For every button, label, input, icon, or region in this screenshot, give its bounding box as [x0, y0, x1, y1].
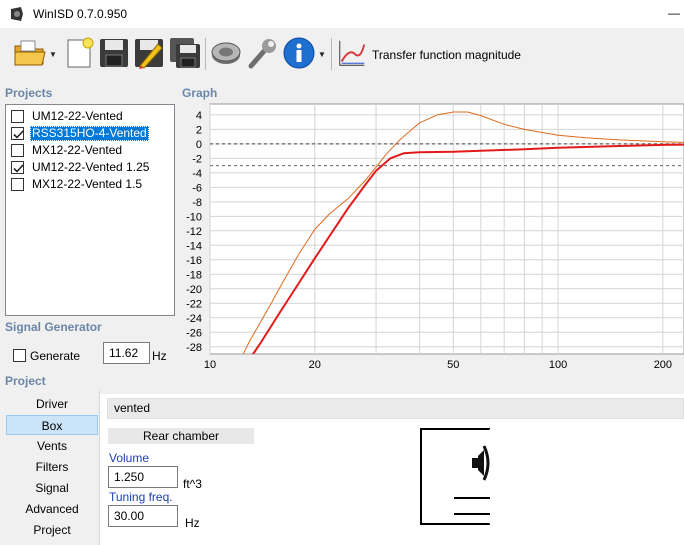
y-tick-label: -16: [186, 255, 202, 267]
toolbar-separator: [331, 38, 332, 70]
open-dropdown-icon[interactable]: ▼: [49, 50, 57, 59]
new-document-icon[interactable]: [63, 36, 97, 70]
nav-box[interactable]: Box: [6, 415, 98, 435]
save-all-icon[interactable]: [168, 36, 202, 70]
volume-unit: ft^3: [183, 477, 202, 491]
generate-checkbox[interactable]: [13, 349, 26, 362]
box-diagram: [420, 428, 492, 525]
project-checkbox[interactable]: [11, 127, 24, 140]
project-label: MX12-22-Vented 1.5: [32, 177, 143, 191]
nav-driver[interactable]: Driver: [6, 394, 98, 414]
project-item[interactable]: UM12-22-Vented: [8, 108, 174, 124]
checkmark-icon: [13, 164, 24, 173]
projects-heading: Projects: [5, 86, 53, 100]
save-icon[interactable]: [97, 36, 131, 70]
frequency-unit: Hz: [152, 349, 167, 363]
y-tick-label: 4: [196, 110, 202, 122]
project-item[interactable]: RSS315HO-4-Vented: [8, 125, 174, 141]
signal-generator-heading: Signal Generator: [5, 320, 102, 334]
tuning-freq-unit: Hz: [185, 516, 200, 530]
y-tick-label: -20: [186, 284, 202, 296]
project-label: UM12-22-Vented 1.25: [32, 160, 150, 174]
y-tick-label: -14: [186, 240, 202, 252]
minimize-button[interactable]: —: [664, 4, 684, 24]
nav-project[interactable]: Project: [6, 520, 98, 540]
y-tick-label: -28: [186, 342, 202, 354]
open-folder-icon[interactable]: [13, 36, 47, 70]
nav-vents[interactable]: Vents: [6, 436, 98, 456]
y-tick-label: -8: [192, 197, 202, 209]
y-tick-label: -26: [186, 327, 202, 339]
rear-chamber-header: Rear chamber: [108, 428, 254, 444]
info-dropdown-icon[interactable]: ▼: [318, 50, 326, 59]
project-label: RSS315HO-4-Vented: [30, 126, 149, 141]
tuning-freq-input[interactable]: [108, 505, 178, 527]
graph-type-label[interactable]: Transfer function magnitude: [372, 48, 521, 62]
tuning-freq-label: Tuning freq.: [109, 490, 173, 504]
project-heading: Project: [5, 374, 46, 388]
graph-icon[interactable]: [336, 36, 368, 70]
x-tick-label: 200: [654, 359, 672, 371]
x-tick-label: 50: [447, 359, 459, 371]
projects-list[interactable]: UM12-22-Vented RSS315HO-4-Vented MX12-22…: [5, 104, 175, 316]
app-speaker-icon: [11, 7, 23, 21]
project-checkbox[interactable]: [11, 110, 24, 123]
info-icon[interactable]: [282, 36, 316, 70]
y-tick-label: -10: [186, 211, 202, 223]
project-label: UM12-22-Vented: [32, 109, 123, 123]
project-label: MX12-22-Vented: [32, 143, 123, 157]
wrench-icon[interactable]: [245, 36, 279, 70]
x-tick-label: 20: [309, 359, 321, 371]
y-tick-label: -24: [186, 313, 202, 325]
window-title: WinISD 0.7.0.950: [33, 7, 128, 21]
project-item[interactable]: MX12-22-Vented 1.5: [8, 176, 174, 192]
project-checkbox[interactable]: [11, 161, 24, 174]
project-checkbox[interactable]: [11, 144, 24, 157]
volume-label: Volume: [109, 451, 150, 465]
y-tick-label: -12: [186, 226, 202, 238]
y-tick-label: -22: [186, 298, 202, 310]
toolbar-separator: [205, 38, 206, 70]
y-tick-label: -4: [192, 168, 202, 180]
project-checkbox[interactable]: [11, 178, 24, 191]
volume-input[interactable]: [108, 466, 178, 488]
x-tick-label: 100: [549, 359, 567, 371]
y-tick-label: -2: [192, 153, 202, 165]
toolbar: ▼ ▼ Transfer function magnitude: [0, 28, 684, 80]
generate-label: Generate: [30, 349, 81, 363]
graph-chart[interactable]: 420-2-4-6-8-10-12-14-16-18-20-22-24-26-2…: [180, 100, 684, 375]
box-type-select[interactable]: vented: [107, 398, 684, 419]
driver-icon[interactable]: [209, 36, 243, 70]
project-item[interactable]: UM12-22-Vented 1.25: [8, 159, 174, 175]
graph-heading: Graph: [182, 86, 218, 100]
y-tick-label: -18: [186, 269, 202, 281]
nav-signal[interactable]: Signal: [6, 478, 98, 498]
edit-icon[interactable]: [132, 36, 166, 70]
nav-filters[interactable]: Filters: [6, 457, 98, 477]
y-tick-label: 2: [196, 124, 202, 136]
x-tick-label: 10: [204, 359, 216, 371]
frequency-input[interactable]: [103, 342, 150, 364]
nav-advanced[interactable]: Advanced: [6, 499, 98, 519]
project-item[interactable]: MX12-22-Vented: [8, 142, 174, 158]
checkmark-icon: [13, 130, 24, 139]
y-tick-label: 0: [196, 139, 202, 151]
y-tick-label: -6: [192, 182, 202, 194]
